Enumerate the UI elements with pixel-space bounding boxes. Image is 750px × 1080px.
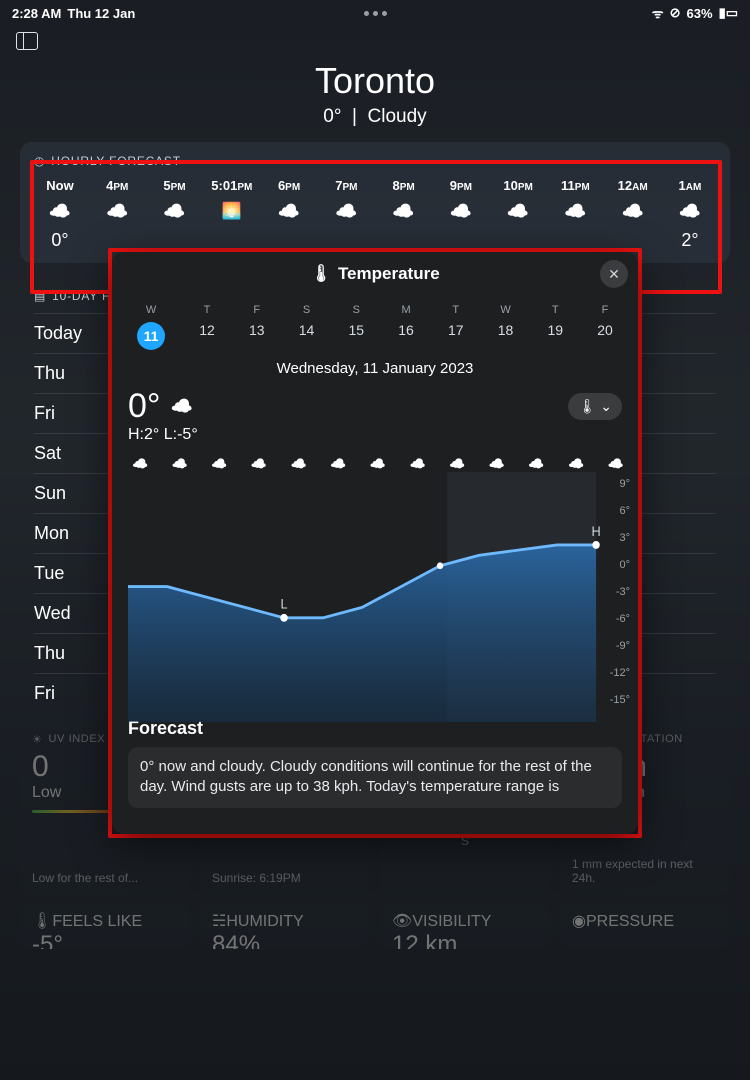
location-header: Toronto 0° | Cloudy bbox=[0, 60, 750, 128]
hour-label: 1AM bbox=[679, 178, 702, 193]
cloud-icon: ☁️ bbox=[172, 456, 188, 472]
cloud-icon: ☁️ bbox=[330, 456, 346, 472]
modal-header: 🌡 Temperature ✕ bbox=[112, 252, 638, 296]
cloud-icon: ☁️ bbox=[450, 201, 472, 222]
modal-hilo: H:2° L:-5° bbox=[112, 426, 638, 444]
cloud-icon: ☁️ bbox=[49, 201, 71, 222]
cloud-icon: ☁️ bbox=[335, 201, 357, 222]
status-bar: 2:28 AM Thu 12 Jan ᯤ ⊘ 63% ▮▭ bbox=[0, 0, 750, 22]
thermometer-icon: 🌡 bbox=[310, 264, 332, 284]
day-selector: W11 T12 F13 S14 S15 M16 T17 W18 T19 F20 bbox=[112, 296, 638, 354]
clock-icon: ◷ bbox=[34, 154, 45, 168]
hour-label: 9PM bbox=[450, 178, 472, 193]
hour-label: 6PM bbox=[278, 178, 300, 193]
cloud-icon: ☁️ bbox=[163, 201, 185, 222]
cloud-icon: ☁️ bbox=[449, 456, 465, 472]
cloud-icon: ☁️ bbox=[528, 456, 544, 472]
day-selector-item[interactable]: W11 bbox=[131, 300, 171, 354]
hourly-item[interactable]: 11PM ☁️ bbox=[549, 178, 601, 251]
selected-date: Wednesday, 11 January 2023 bbox=[112, 360, 638, 377]
current-conditions: 0° | Cloudy bbox=[0, 106, 750, 128]
hour-label: 12AM bbox=[618, 178, 648, 193]
hour-label: 11PM bbox=[561, 178, 590, 193]
hour-label: 4PM bbox=[106, 178, 128, 193]
calendar-icon: ▤ bbox=[34, 289, 46, 303]
sunset-icon: 🌅 bbox=[222, 201, 242, 221]
hourly-item[interactable]: 12AM ☁️ bbox=[607, 178, 659, 251]
hour-temp: 0° bbox=[51, 230, 68, 251]
hourly-item[interactable]: 6PM ☁️ bbox=[263, 178, 315, 251]
day-selector-item[interactable]: T19 bbox=[542, 300, 570, 354]
hour-label: 5PM bbox=[163, 178, 185, 193]
day-selector-item[interactable]: F20 bbox=[591, 300, 619, 354]
cloud-icon: ☁️ bbox=[251, 456, 267, 472]
cloud-icon: ☁️ bbox=[409, 456, 425, 472]
hourly-item[interactable]: 7PM ☁️ bbox=[320, 178, 372, 251]
hour-temp: 2° bbox=[681, 230, 698, 251]
hourly-item[interactable]: 9PM ☁️ bbox=[435, 178, 487, 251]
forecast-section: Forecast 0° now and cloudy. Cloudy condi… bbox=[112, 718, 638, 808]
hourly-item[interactable]: 5:01PM 🌅 bbox=[206, 178, 258, 251]
y-axis-ticks: 9°6°3°0°-3°-6°-9°-12°-15° bbox=[610, 478, 630, 706]
day-selector-item[interactable]: S15 bbox=[343, 300, 371, 354]
forecast-text: 0° now and cloudy. Cloudy conditions wil… bbox=[128, 747, 622, 808]
thermometer-icon: 🌡 bbox=[578, 398, 596, 415]
cloud-icon: ☁️ bbox=[608, 456, 624, 472]
day-selector-item[interactable]: S14 bbox=[293, 300, 321, 354]
cloud-icon: ☁️ bbox=[132, 456, 148, 472]
cloud-icon: ☁️ bbox=[392, 201, 414, 222]
hour-label: Now bbox=[46, 178, 73, 193]
modal-temp: 0° bbox=[128, 387, 161, 426]
cloud-icon: ☁️ bbox=[507, 201, 529, 222]
hourly-item[interactable]: 4PM ☁️ bbox=[91, 178, 143, 251]
day-selector-item[interactable]: T12 bbox=[193, 300, 221, 354]
cloud-icon: ☁️ bbox=[370, 456, 386, 472]
temperature-chart[interactable]: ☁️ ☁️ ☁️ ☁️ ☁️ ☁️ ☁️ ☁️ ☁️ ☁️ ☁️ ☁️ ☁️ L H 9°6°3°0°-… bbox=[128, 456, 628, 706]
temperature-detail-modal: 🌡 Temperature ✕ W11 T12 F13 S14 S15 M16 T17 W18… bbox=[112, 252, 638, 834]
cloud-icon: ☁️ bbox=[211, 456, 227, 472]
hourly-item[interactable]: Now ☁️ 0° bbox=[34, 178, 86, 251]
chart-condition-icons: ☁️ ☁️ ☁️ ☁️ ☁️ ☁️ ☁️ ☁️ ☁️ ☁️ ☁️ ☁️ ☁️ bbox=[128, 456, 628, 472]
sidebar-toggle-icon[interactable] bbox=[16, 32, 38, 50]
hour-label: 8PM bbox=[392, 178, 414, 193]
day-selector-item[interactable]: M16 bbox=[392, 300, 420, 354]
cloud-icon: ☁️ bbox=[278, 201, 300, 222]
multitask-dots-icon[interactable] bbox=[0, 11, 750, 16]
cloud-icon: ☁️ bbox=[679, 201, 701, 222]
chevron-down-icon: ⌄ bbox=[600, 398, 612, 415]
cloud-icon: ☁️ bbox=[291, 456, 307, 472]
cloud-icon: ☁️ bbox=[621, 201, 643, 222]
hour-label: 7PM bbox=[335, 178, 357, 193]
hourly-item[interactable]: 1AM ☁️ 2° bbox=[664, 178, 716, 251]
cloud-icon: ☁️ bbox=[568, 456, 584, 472]
hour-label: 5:01PM bbox=[211, 178, 252, 193]
close-icon: ✕ bbox=[608, 266, 620, 283]
close-button[interactable]: ✕ bbox=[600, 260, 628, 288]
metric-selector-button[interactable]: 🌡 ⌄ bbox=[568, 393, 622, 420]
day-selector-item[interactable]: T17 bbox=[442, 300, 470, 354]
day-selector-item[interactable]: F13 bbox=[243, 300, 271, 354]
cloud-icon: ☁️ bbox=[171, 396, 193, 417]
cloud-icon: ☁️ bbox=[564, 201, 586, 222]
city-name: Toronto bbox=[0, 60, 750, 102]
cloud-icon: ☁️ bbox=[489, 456, 505, 472]
day-selector-item[interactable]: W18 bbox=[492, 300, 520, 354]
hourly-forecast-panel[interactable]: ◷ HOURLY FORECAST Now ☁️ 0° 4PM ☁️ 5PM ☁️ 5:01P… bbox=[20, 142, 730, 263]
hourly-item[interactable]: 10PM ☁️ bbox=[492, 178, 544, 251]
hourly-item[interactable]: 8PM ☁️ bbox=[378, 178, 430, 251]
hourly-item[interactable]: 5PM ☁️ bbox=[149, 178, 201, 251]
cloud-icon: ☁️ bbox=[106, 201, 128, 222]
svg-text:H: H bbox=[591, 523, 600, 538]
modal-title: 🌡 Temperature bbox=[310, 264, 439, 284]
current-readout: 0° ☁️ 🌡 ⌄ bbox=[112, 387, 638, 426]
svg-text:L: L bbox=[280, 596, 287, 611]
hour-label: 10PM bbox=[503, 178, 532, 193]
hourly-forecast-title: ◷ HOURLY FORECAST bbox=[34, 154, 716, 168]
